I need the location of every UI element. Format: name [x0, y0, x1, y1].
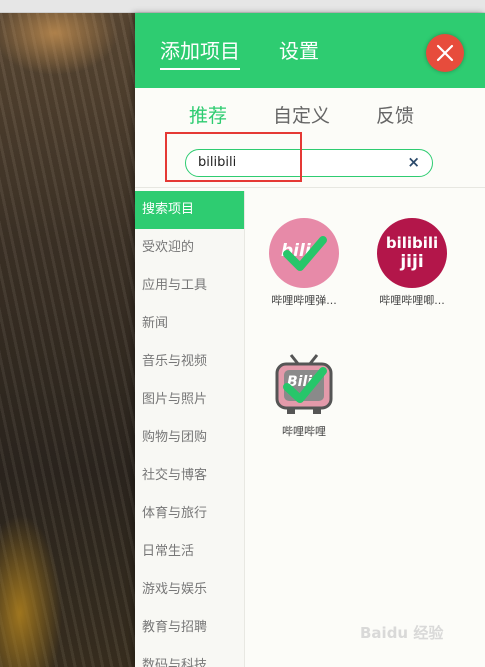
divider [135, 187, 485, 188]
sidebar-item-games[interactable]: 游戏与娱乐 [135, 571, 244, 609]
bilibili-tv-icon: Bili [269, 349, 339, 419]
icon-text-bottom: jiji [400, 252, 424, 272]
sidebar-item-shopping[interactable]: 购物与团购 [135, 419, 244, 457]
tab-settings[interactable]: 设置 [279, 35, 319, 64]
app-label: 哔哩哔哩弹... [271, 294, 337, 307]
sub-tabs: 推荐 自定义 反馈 [135, 88, 485, 136]
tab-custom[interactable]: 自定义 [273, 101, 330, 128]
sidebar-item-photos[interactable]: 图片与照片 [135, 381, 244, 419]
bilibili-danmaku-icon: bili [269, 218, 339, 288]
category-sidebar: 搜索项目 受欢迎的 应用与工具 新闻 音乐与视频 图片与照片 购物与团购 社交与… [135, 191, 245, 667]
close-button[interactable] [426, 34, 464, 72]
browser-top-strip [0, 0, 485, 13]
background-photo [0, 13, 135, 667]
app-tile[interactable]: bili 哔哩哔哩弹... [254, 218, 354, 308]
checkmark-icon [283, 236, 327, 271]
app-tile[interactable]: bilibili jiji 哔哩哔哩唧... [362, 218, 462, 308]
highlight-annotation [165, 132, 302, 182]
tab-add-item[interactable]: 添加项目 [160, 35, 240, 70]
tab-recommended[interactable]: 推荐 [189, 101, 227, 128]
sidebar-item-apps-tools[interactable]: 应用与工具 [135, 267, 244, 305]
sidebar-item-music-video[interactable]: 音乐与视频 [135, 343, 244, 381]
sidebar-item-tech[interactable]: 数码与科技 [135, 647, 244, 667]
panel-header: 添加项目 设置 [135, 13, 485, 88]
sidebar-item-news[interactable]: 新闻 [135, 305, 244, 343]
app-label: 哔哩哔哩 [282, 425, 326, 438]
bilibili-jiji-icon: bilibili jiji [377, 218, 447, 288]
add-item-panel: 添加项目 设置 推荐 自定义 反馈 bilibili × 搜索项目 受欢迎的 应… [135, 13, 485, 667]
clear-search-icon[interactable]: × [407, 153, 420, 171]
sidebar-item-education[interactable]: 教育与招聘 [135, 609, 244, 647]
tab-feedback[interactable]: 反馈 [376, 101, 414, 128]
sidebar-item-sports-travel[interactable]: 体育与旅行 [135, 495, 244, 533]
app-tile[interactable]: Bili 哔哩哔哩 [254, 349, 354, 439]
checkmark-icon [283, 367, 327, 403]
sidebar-item-search[interactable]: 搜索项目 [135, 191, 244, 229]
app-label: 哔哩哔哩唧... [379, 294, 445, 307]
close-icon [436, 44, 454, 62]
sidebar-item-daily-life[interactable]: 日常生活 [135, 533, 244, 571]
sidebar-item-popular[interactable]: 受欢迎的 [135, 229, 244, 267]
baidu-watermark: Baidu 经验 [360, 624, 444, 642]
sidebar-item-social-blog[interactable]: 社交与博客 [135, 457, 244, 495]
icon-text-top: bilibili [385, 234, 439, 252]
search-results: bili 哔哩哔哩弹... bilibili jiji 哔哩哔哩唧... Bil… [247, 191, 485, 667]
